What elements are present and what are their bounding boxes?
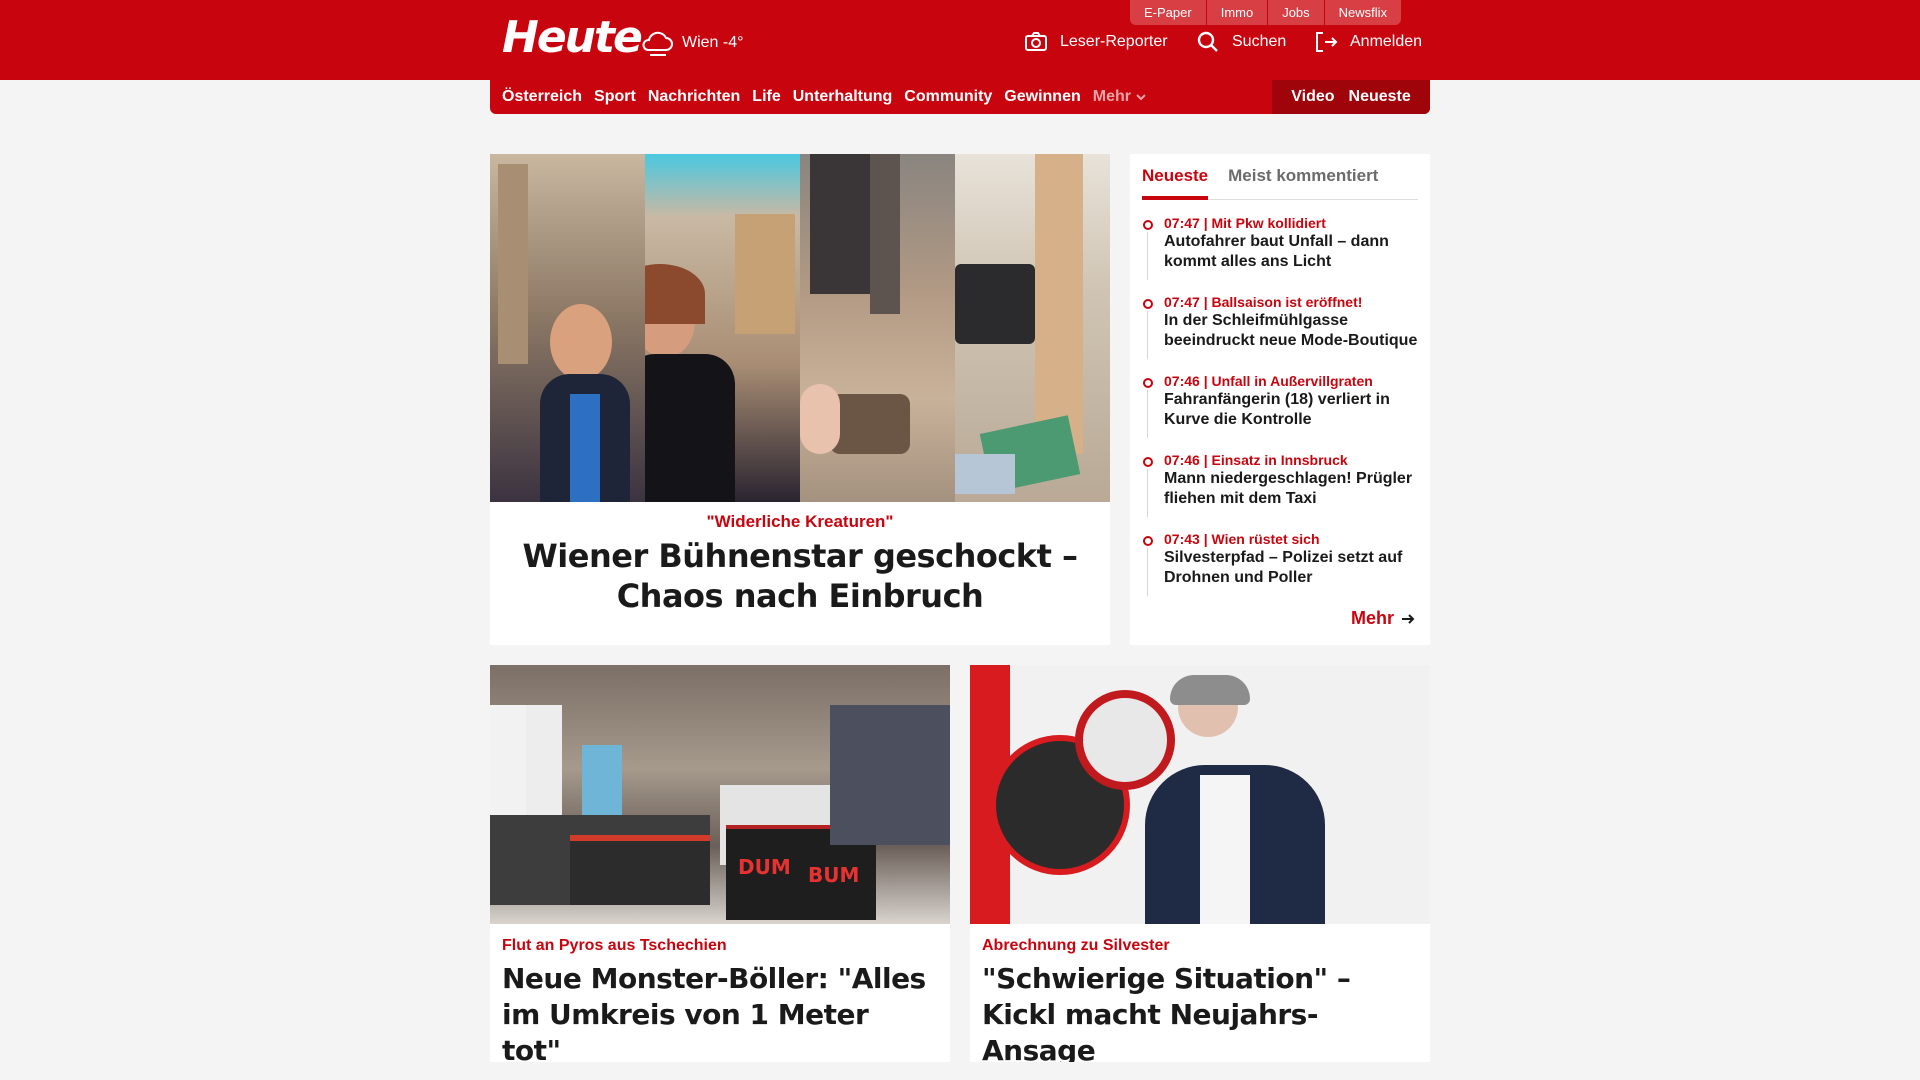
nav-more-label: Mehr [1092,88,1131,105]
top-link-jobs[interactable]: Jobs [1268,0,1324,25]
news-item-title: Fahranfängerin (18) verliert in Kurve di… [1164,391,1390,428]
main-nav: Österreich Sport Nachrichten Life Unterh… [490,80,1430,114]
news-item-title: Autofahrer baut Unfall – dann kommt alle… [1164,233,1389,270]
nav-right-group: Video Neueste [1272,80,1430,114]
site-logo[interactable]: Heute [502,12,643,63]
hero-headline[interactable]: Wiener Bühnenstar geschockt – Chaos nach… [500,536,1100,616]
nav-more-dropdown[interactable]: Mehr [1093,88,1147,106]
leser-reporter-button[interactable]: Leser-Reporter [1024,30,1168,54]
news-item-meta: 07:46 | Unfall in Außervillgraten [1164,373,1373,389]
article-headline[interactable]: "Schwierige Situation" – Kickl macht Neu… [982,961,1412,1062]
nav-neueste[interactable]: Neueste [1349,88,1411,106]
article-kicker: Abrechnung zu Silvester [982,937,1170,954]
news-item-meta: 07:43 | Wien rüstet sich [1164,531,1320,547]
nav-item-unterhaltung[interactable]: Unterhaltung [793,88,893,106]
top-links: E-Paper Immo Jobs Newsflix [1130,0,1402,25]
news-item[interactable]: 07:46 | Einsatz in Innsbruck Mann nieder… [1142,451,1422,530]
chevron-down-icon [1136,94,1146,101]
leser-reporter-label: Leser-Reporter [1060,33,1168,50]
hero-article[interactable]: "Widerliche Kreaturen" Wiener Bühnenstar… [490,154,1110,645]
nav-item-community[interactable]: Community [904,88,992,106]
article-image-kickl [970,665,1430,924]
arrow-right-icon [1402,613,1415,624]
login-button[interactable]: Anmelden [1314,30,1422,54]
site-header [0,0,1920,80]
nav-item-gewinnen[interactable]: Gewinnen [1004,88,1080,106]
top-link-newsflix[interactable]: Newsflix [1324,0,1402,25]
news-item-meta: 07:47 | Mit Pkw kollidiert [1164,215,1326,231]
news-item[interactable]: 07:47 | Mit Pkw kollidiert Autofahrer ba… [1142,214,1422,293]
top-link-epaper[interactable]: E-Paper [1130,0,1206,25]
nav-item-oesterreich[interactable]: Österreich [502,88,582,106]
nav-item-nachrichten[interactable]: Nachrichten [648,88,740,106]
cloud-icon [642,31,673,56]
fireworks-label-dum: DUM [738,855,791,879]
more-news-label: Mehr [1350,608,1394,628]
news-item-meta: 07:47 | Ballsaison ist eröffnet! [1164,294,1363,310]
top-link-immo[interactable]: Immo [1206,0,1268,25]
login-label: Anmelden [1350,33,1423,50]
nav-item-life[interactable]: Life [752,88,780,106]
search-label: Suchen [1232,33,1287,50]
article-headline[interactable]: Neue Monster-Böller: "Alles im Umkreis v… [502,961,932,1062]
weather-text: Wien -4° [682,34,744,51]
weather-widget[interactable]: Wien -4° [640,28,744,58]
latest-news-widget: Neueste Meist kommentiert 07:47 | Mit Pk… [1130,154,1430,645]
news-item-title: Silvesterpfad – Polizei setzt auf Drohne… [1164,549,1403,586]
news-item-title: Mann niedergeschlagen! Prügler fliehen m… [1164,470,1413,507]
more-news-link[interactable]: Mehr [1351,608,1416,629]
hero-kicker: "Widerliche Kreaturen" [706,512,894,531]
article-card-pyros[interactable]: DUM BUM Flut an Pyros aus Tschechien Neu… [490,665,950,1062]
article-image-pyros: DUM BUM [490,665,950,924]
hero-image [490,154,1110,502]
login-icon [1316,32,1338,52]
news-item-meta: 07:46 | Einsatz in Innsbruck [1164,452,1348,468]
news-item[interactable]: 07:43 | Wien rüstet sich Silvesterpfad –… [1142,530,1422,609]
search-icon [1197,31,1218,52]
tab-neueste[interactable]: Neueste [1142,164,1209,200]
search-button[interactable]: Suchen [1196,30,1286,54]
camera-icon [1025,32,1047,51]
nav-item-sport[interactable]: Sport [594,88,636,106]
tab-meist-kommentiert[interactable]: Meist kommentiert [1228,164,1378,200]
news-list: 07:47 | Mit Pkw kollidiert Autofahrer ba… [1142,214,1422,609]
news-tabs: Neueste Meist kommentiert [1142,164,1418,200]
news-item[interactable]: 07:47 | Ballsaison ist eröffnet! In der … [1142,293,1422,372]
article-kicker: Flut an Pyros aus Tschechien [502,937,727,954]
article-card-kickl[interactable]: Abrechnung zu Silvester "Schwierige Situ… [970,665,1430,1062]
nav-video[interactable]: Video [1291,88,1334,106]
news-item-title: In der Schleifmühlgasse beeindruckt neue… [1164,312,1418,349]
news-item[interactable]: 07:46 | Unfall in Außervillgraten Fahran… [1142,372,1422,451]
fireworks-label-bum: BUM [808,863,860,887]
